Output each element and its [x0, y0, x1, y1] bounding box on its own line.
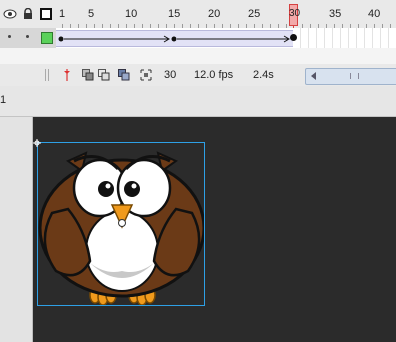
center-frame-icon[interactable] — [61, 69, 73, 81]
timeline-horizontal-scrollbar[interactable] — [305, 68, 396, 85]
timeline-status-bar: 30 12.0 fps 2.4s — [0, 64, 396, 87]
scene-label[interactable]: 1 — [0, 94, 6, 106]
motion-tween-span[interactable] — [56, 30, 293, 47]
timeline-empty-area — [0, 48, 396, 65]
playhead[interactable]: 30 — [289, 4, 301, 26]
eye-icon[interactable] — [3, 7, 17, 21]
outline-icon[interactable] — [39, 7, 53, 21]
selected-symbol-bounding-box[interactable] — [37, 142, 205, 306]
layer-row[interactable] — [0, 28, 396, 49]
frame-label-35: 35 — [329, 8, 342, 20]
frame-label-1: 1 — [59, 8, 66, 20]
layer-outline-color[interactable] — [41, 32, 53, 44]
scroll-thumb-grip[interactable] — [350, 73, 359, 79]
edit-bar: 1 — [0, 86, 396, 117]
lock-icon[interactable] — [21, 7, 35, 21]
stage-left-margin — [0, 117, 33, 342]
timeline-header: 1 5 10 15 20 25 35 40 — [0, 0, 396, 29]
registration-point-icon[interactable] — [33, 138, 41, 147]
modify-onion-markers-icon[interactable] — [140, 69, 152, 81]
onion-skin-outlines-icon[interactable] — [98, 69, 110, 81]
visibility-dot[interactable] — [8, 35, 11, 38]
playhead-frame-label: 30 — [289, 8, 301, 19]
onion-skin-icon[interactable] — [82, 69, 94, 81]
frame-label-10: 10 — [125, 8, 138, 20]
empty-frame-cells[interactable] — [293, 28, 396, 48]
current-frame-readout: 30 — [164, 69, 177, 81]
elapsed-time-readout: 2.4s — [253, 69, 274, 81]
lock-dot[interactable] — [26, 35, 29, 38]
layer-controls — [0, 28, 56, 48]
frame-label-25: 25 — [248, 8, 261, 20]
frame-label-5: 5 — [88, 8, 95, 20]
owl-illustration[interactable] — [38, 143, 204, 305]
frame-label-15: 15 — [168, 8, 181, 20]
frame-label-20: 20 — [208, 8, 221, 20]
frame-label-40: 40 — [368, 8, 381, 20]
scroll-left-arrow-icon[interactable] — [311, 72, 316, 80]
frame-rate-readout[interactable]: 12.0 fps — [194, 69, 233, 81]
edit-multiple-frames-icon[interactable] — [118, 69, 130, 81]
